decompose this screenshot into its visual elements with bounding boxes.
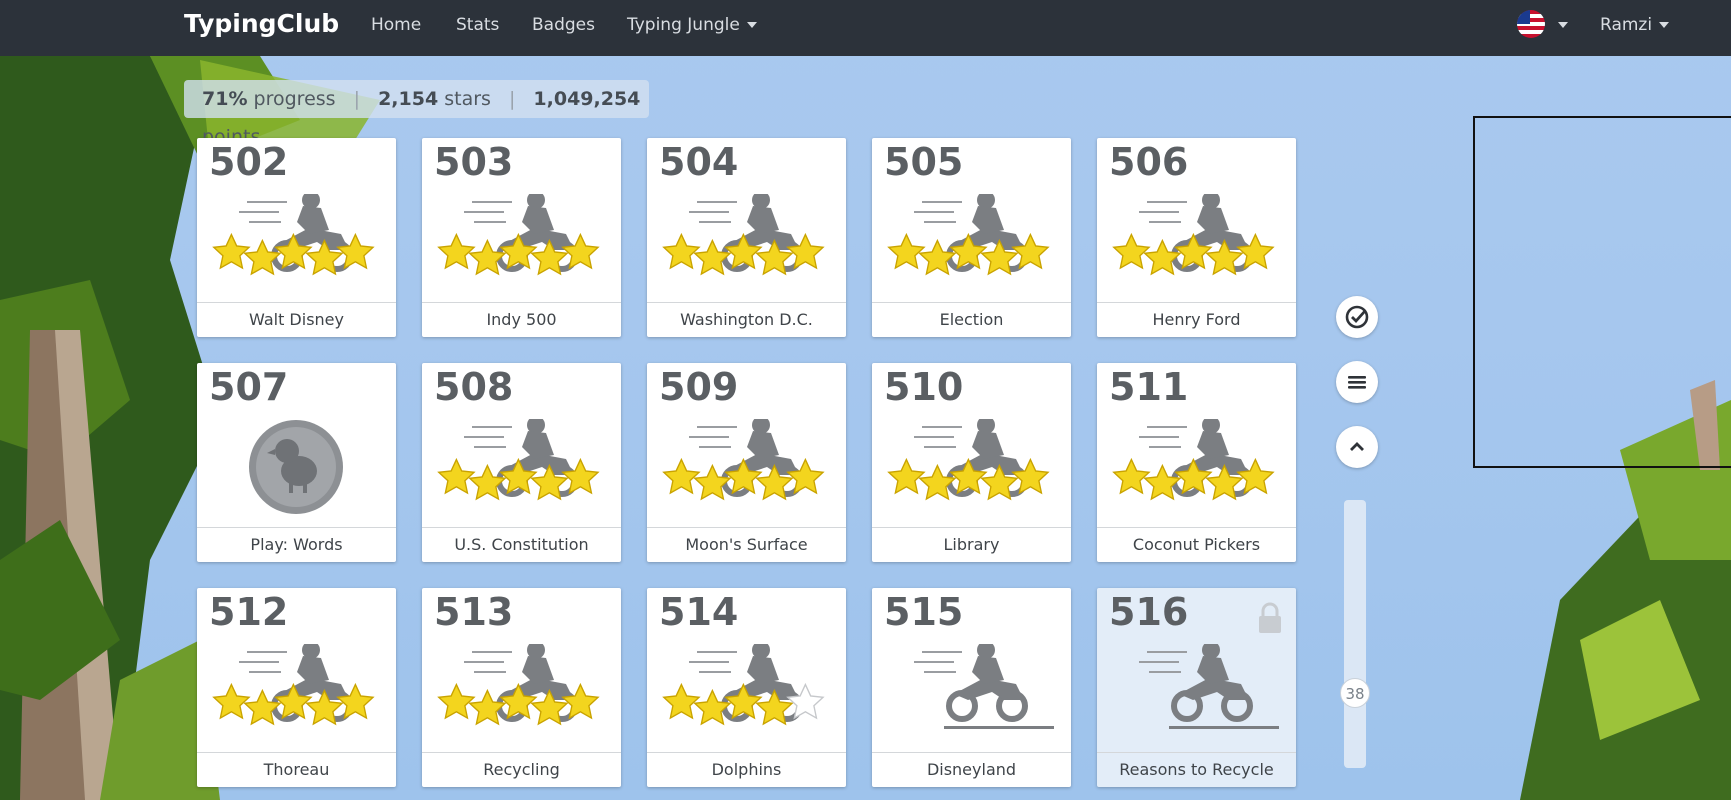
lesson-number: 513 — [434, 590, 514, 634]
scroll-thumb[interactable]: 38 — [1340, 678, 1370, 708]
lesson-title: Play: Words — [197, 527, 396, 562]
motorbike-rider-icon — [434, 416, 609, 515]
lesson-card[interactable]: 506 Henry Ford — [1097, 138, 1296, 337]
motorbike-rider-icon — [884, 416, 1059, 515]
lesson-number: 503 — [434, 140, 514, 184]
lesson-number: 505 — [884, 140, 964, 184]
lesson-number: 506 — [1109, 140, 1189, 184]
lesson-number: 508 — [434, 365, 514, 409]
motorbike-rider-icon — [1109, 416, 1284, 515]
scroll-track[interactable] — [1344, 500, 1366, 768]
lesson-title: Library — [872, 527, 1071, 562]
lesson-title: Washington D.C. — [647, 302, 846, 337]
motorbike-rider-icon — [884, 641, 1059, 740]
lesson-card[interactable]: 516 Reasons to Recycle — [1097, 588, 1296, 787]
motorbike-rider-icon — [434, 641, 609, 740]
lesson-number: 510 — [884, 365, 964, 409]
us-flag-icon[interactable] — [1517, 10, 1545, 38]
check-button[interactable] — [1336, 296, 1378, 338]
motorbike-rider-icon — [434, 191, 609, 290]
lesson-title: Recycling — [422, 752, 621, 787]
lesson-title: Moon's Surface — [647, 527, 846, 562]
lesson-title: Walt Disney — [197, 302, 396, 337]
lesson-card[interactable]: 507 Play: Words — [197, 363, 396, 562]
menu-lines-icon — [1348, 376, 1366, 389]
scroll-up-button[interactable] — [1336, 426, 1378, 468]
lesson-card[interactable]: 510 Library — [872, 363, 1071, 562]
lesson-card[interactable]: 508 U.S. Constitution — [422, 363, 621, 562]
lesson-title: Indy 500 — [422, 302, 621, 337]
points-count: 1,049,254 — [533, 88, 641, 110]
motorbike-rider-icon — [1109, 191, 1284, 290]
lesson-card[interactable]: 504 Washington D.C. — [647, 138, 846, 337]
chevron-down-icon[interactable] — [1558, 22, 1568, 28]
lesson-title: Thoreau — [197, 752, 396, 787]
user-name: Ramzi — [1600, 15, 1653, 35]
game-bird-icon — [209, 419, 384, 515]
lesson-number: 516 — [1109, 590, 1189, 634]
motorbike-rider-icon — [209, 641, 384, 740]
lesson-title: Election — [872, 302, 1071, 337]
lesson-card[interactable]: 515 Disneyland — [872, 588, 1071, 787]
nav-typing-jungle-dropdown[interactable]: Typing Jungle — [627, 15, 757, 35]
top-navbar: TypingClub Home Stats Badges Typing Jung… — [0, 0, 1731, 56]
chevron-down-icon — [746, 22, 757, 28]
lesson-card[interactable]: 503 Indy 500 — [422, 138, 621, 337]
brand-logo[interactable]: TypingClub — [184, 9, 339, 38]
lesson-title: Coconut Pickers — [1097, 527, 1296, 562]
nav-typing-jungle-label: Typing Jungle — [627, 15, 740, 35]
nav-stats-link[interactable]: Stats — [456, 15, 499, 35]
motorbike-rider-icon — [1109, 641, 1284, 740]
lesson-title: U.S. Constitution — [422, 527, 621, 562]
menu-button[interactable] — [1336, 361, 1378, 403]
chevron-down-icon — [1659, 22, 1670, 28]
nav-badges-link[interactable]: Badges — [532, 15, 595, 35]
lesson-title: Disneyland — [872, 752, 1071, 787]
nav-home-link[interactable]: Home — [371, 15, 421, 35]
progress-summary: 71% progress | 2,154 stars | 1,049,254 p… — [184, 80, 649, 148]
lesson-title: Reasons to Recycle — [1097, 752, 1296, 787]
motorbike-rider-icon — [884, 191, 1059, 290]
lesson-number: 502 — [209, 140, 289, 184]
lesson-title: Dolphins — [647, 752, 846, 787]
check-circle-icon — [1345, 305, 1369, 329]
side-panel — [1473, 116, 1731, 468]
lesson-card[interactable]: 502 Walt Disney — [197, 138, 396, 337]
lock-icon — [1256, 602, 1284, 634]
lesson-title: Henry Ford — [1097, 302, 1296, 337]
lesson-number: 504 — [659, 140, 739, 184]
lesson-number: 514 — [659, 590, 739, 634]
lesson-number: 512 — [209, 590, 289, 634]
chevron-up-icon — [1350, 442, 1364, 451]
lesson-number: 511 — [1109, 365, 1189, 409]
lesson-card[interactable]: 514 Dolphins — [647, 588, 846, 787]
lesson-card[interactable]: 509 Moon's Surface — [647, 363, 846, 562]
lesson-number: 507 — [209, 365, 289, 409]
lesson-card[interactable]: 505 Election — [872, 138, 1071, 337]
motorbike-rider-icon — [659, 191, 834, 290]
user-menu[interactable]: Ramzi — [1600, 15, 1670, 35]
progress-label: progress — [253, 88, 336, 110]
lesson-number: 509 — [659, 365, 739, 409]
lesson-card[interactable]: 513 Recycling — [422, 588, 621, 787]
stars-label: stars — [444, 88, 491, 110]
lesson-number: 515 — [884, 590, 964, 634]
stars-count: 2,154 — [378, 88, 439, 110]
motorbike-rider-icon — [209, 191, 384, 290]
motorbike-rider-icon — [659, 641, 834, 740]
lesson-card[interactable]: 512 Thoreau — [197, 588, 396, 787]
progress-percent: 71% — [202, 88, 248, 110]
lesson-card[interactable]: 511 Coconut Pickers — [1097, 363, 1296, 562]
motorbike-rider-icon — [659, 416, 834, 515]
